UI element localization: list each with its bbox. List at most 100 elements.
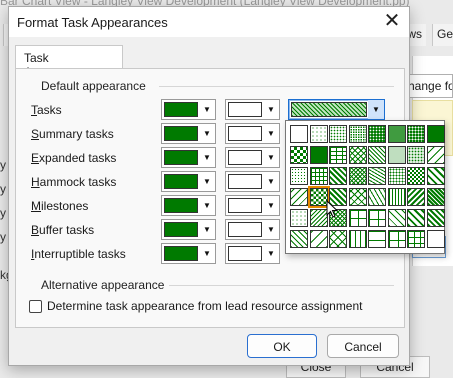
pattern-swatch-dots-dense[interactable] [329,125,347,143]
lead-resource-checkbox[interactable] [29,300,42,313]
pattern-swatch-box-grid[interactable] [407,230,425,248]
pattern-swatch-dots-sparse[interactable] [309,125,328,143]
pattern-color-combo[interactable]: ▼ [225,219,280,240]
pattern-color-combo[interactable]: ▼ [225,99,280,120]
color-swatch [164,150,198,165]
color-swatch [228,198,262,213]
row-label: Buffer tasks [31,223,94,237]
chevron-down-icon: ▼ [267,105,275,114]
color-swatch [164,126,198,141]
fill-color-combo[interactable]: ▼ [161,147,216,168]
fill-color-combo[interactable]: ▼ [161,243,216,264]
pattern-swatch-diamond-checker[interactable] [329,188,347,206]
pattern-swatch-dots-denser[interactable] [348,125,367,143]
row-label: Milestones [31,199,88,213]
pattern-swatch-dots-grid[interactable] [290,167,308,185]
row-label-text: ummary tasks [39,127,114,141]
pattern-swatch-checker-lg[interactable] [307,186,330,208]
pattern-color-combo[interactable]: ▼ [225,243,280,264]
pattern-swatch-dots-small[interactable] [407,146,425,164]
color-swatch [228,174,262,189]
pattern-swatch-solid-white[interactable] [290,125,308,143]
background-input[interactable]: hange fo [404,74,453,98]
color-swatch [228,150,262,165]
pattern-swatch-cross-fine[interactable] [329,209,347,227]
background-side-text: y [0,230,6,244]
pattern-swatch-checker-diag[interactable] [329,167,347,185]
fill-color-combo[interactable]: ▼ [161,195,216,216]
pattern-swatch-grid-big[interactable] [368,209,386,227]
lead-resource-checkbox-label: Determine task appearance from lead reso… [47,299,363,313]
chevron-down-icon: ▼ [203,201,211,210]
color-swatch [228,102,262,117]
pattern-swatch-grid-mid[interactable] [348,209,367,227]
row-label-accelerator: E [31,151,40,165]
pattern-color-combo[interactable]: ▼ [225,147,280,168]
pattern-color-combo[interactable]: ▼ [225,171,280,192]
pattern-swatch-diag-dense[interactable] [426,188,445,206]
pattern-swatch-diag-wide[interactable] [309,230,328,248]
chevron-down-icon: ▼ [203,105,211,114]
pattern-swatch-checker-big[interactable] [407,167,425,185]
pattern-swatch-plaid[interactable] [309,167,328,185]
pattern-swatch-diagonal-right[interactable] [290,188,308,206]
chevron-down-icon: ▼ [203,177,211,186]
background-tab[interactable]: Ger [432,24,453,46]
row-label-text: nterruptible tasks [34,247,126,261]
ok-button[interactable]: OK [247,334,317,358]
pattern-swatch-dots-mid[interactable] [387,167,406,185]
fill-color-combo[interactable]: ▼ [161,123,216,144]
pattern-swatch-diagonal-sparse[interactable] [426,146,445,164]
pattern-swatch-vert-fine[interactable] [387,188,406,206]
pattern-swatch-diag-left-thick[interactable] [407,209,425,227]
row-label: Expanded tasks [31,151,116,165]
row-label-accelerator: B [31,223,40,237]
pattern-swatch-cross-diag[interactable] [348,167,367,185]
dialog-title: Format Task Appearances [17,15,168,30]
pattern-swatch-diag-cross-light[interactable] [348,188,367,206]
pattern-swatch-cross-light[interactable] [348,146,367,164]
pattern-swatch-solid-green[interactable] [426,125,445,143]
pattern-swatch-solid-white[interactable] [426,230,445,248]
tab-task-appearances[interactable]: Task Appearances [15,45,123,79]
pattern-swatch-weave[interactable] [426,167,445,185]
pattern-swatch-solid-green[interactable] [309,146,328,164]
pattern-color-combo[interactable]: ▼ [225,123,280,144]
cancel-button[interactable]: Cancel [327,334,399,358]
section-divider [159,86,394,87]
close-icon[interactable]: ✕ [377,7,407,37]
color-swatch [228,126,262,141]
pattern-color-combo[interactable]: ▼ [225,195,280,216]
pattern-swatch-diag-right-fine[interactable] [309,209,328,227]
pattern-swatch-zigzag[interactable] [368,188,386,206]
pattern-picker-dropdown [285,120,445,254]
pattern-swatch-grid-wide[interactable] [387,230,406,248]
pattern-swatch-light-fill[interactable] [387,125,406,143]
fill-color-combo[interactable]: ▼ [161,219,216,240]
pattern-swatch-bricks[interactable] [329,146,347,164]
row-label-text: xpanded tasks [39,151,117,165]
pattern-swatch-diag-cross[interactable] [329,230,347,248]
pattern-swatch-checker[interactable] [290,146,308,164]
pattern-combo[interactable]: ▼ [288,99,385,120]
row-label-text: ammock tasks [39,175,117,189]
chevron-down-icon: ▼ [267,201,275,210]
fill-color-combo[interactable]: ▼ [161,99,216,120]
pattern-swatch-dots-heavy[interactable] [368,125,386,143]
pattern-swatch-dots-tiny[interactable] [387,146,406,164]
fill-color-combo[interactable]: ▼ [161,171,216,192]
pattern-swatch-diag-left[interactable] [387,209,406,227]
background-side-text: y [0,158,6,172]
pattern-swatch-vertical[interactable] [348,230,367,248]
pattern-swatch-dots-light[interactable] [290,209,308,227]
chevron-down-icon: ▼ [267,153,275,162]
pattern-swatch-medium-fill[interactable] [407,125,425,143]
color-swatch [228,222,262,237]
pattern-swatch-hz-split[interactable] [368,230,386,248]
background-side-text: y [0,182,6,196]
pattern-swatch-diag-fine[interactable] [368,146,386,164]
pattern-swatch-wave[interactable] [368,167,386,185]
pattern-swatch-diag-thick[interactable] [407,188,425,206]
pattern-swatch-diag-left-mid[interactable] [290,230,308,248]
pattern-swatch-diag-left-dense[interactable] [426,209,445,227]
